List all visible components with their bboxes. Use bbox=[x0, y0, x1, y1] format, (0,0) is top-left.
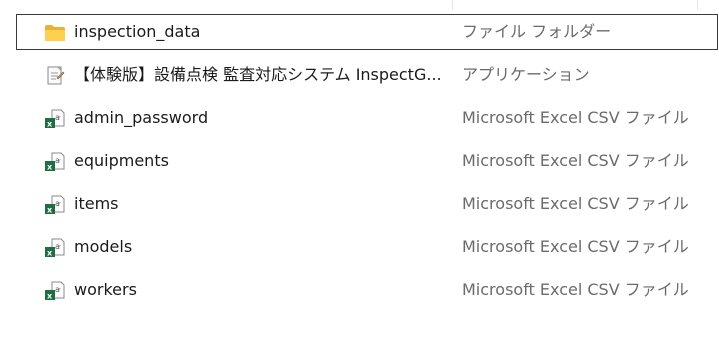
list-item-admin-password[interactable]: a , x admin_password Microsoft Excel CSV… bbox=[16, 100, 718, 136]
column-divider[interactable] bbox=[452, 0, 453, 10]
file-list: inspection_data ファイル フォルダー 【体験版】設備点検 監査対… bbox=[0, 0, 719, 347]
svg-text:x: x bbox=[47, 249, 53, 258]
file-type: ファイル フォルダー bbox=[462, 22, 612, 41]
list-item-application[interactable]: 【体験版】設備点検 監査対応システム InspectG... アプリケーション bbox=[16, 57, 718, 93]
svg-text:,: , bbox=[59, 198, 61, 205]
file-name: workers bbox=[74, 280, 137, 299]
file-name: admin_password bbox=[74, 108, 209, 127]
list-item-models[interactable]: a , x models Microsoft Excel CSV ファイル bbox=[16, 229, 718, 265]
excel-csv-icon: a , x bbox=[45, 109, 65, 129]
svg-text:x: x bbox=[47, 292, 53, 301]
svg-text:x: x bbox=[47, 163, 53, 172]
svg-text:,: , bbox=[59, 284, 61, 291]
list-item-equipments[interactable]: a , x equipments Microsoft Excel CSV ファイ… bbox=[16, 143, 718, 179]
file-name: items bbox=[74, 194, 119, 213]
excel-csv-icon: a , x bbox=[45, 195, 65, 215]
excel-csv-icon: a , x bbox=[45, 238, 65, 258]
svg-text:,: , bbox=[59, 155, 61, 162]
list-item-workers[interactable]: a , x workers Microsoft Excel CSV ファイル bbox=[16, 272, 718, 308]
list-item-items[interactable]: a , x items Microsoft Excel CSV ファイル bbox=[16, 186, 718, 222]
file-type: Microsoft Excel CSV ファイル bbox=[462, 151, 689, 170]
application-icon bbox=[47, 66, 65, 85]
column-divider[interactable] bbox=[697, 0, 698, 10]
file-type: Microsoft Excel CSV ファイル bbox=[462, 194, 689, 213]
file-name: inspection_data bbox=[74, 22, 201, 41]
svg-text:,: , bbox=[59, 241, 61, 248]
svg-text:x: x bbox=[47, 206, 53, 215]
file-name: 【体験版】設備点検 監査対応システム InspectG... bbox=[74, 65, 442, 84]
excel-csv-icon: a , x bbox=[45, 281, 65, 301]
file-type: Microsoft Excel CSV ファイル bbox=[462, 108, 689, 127]
svg-text:x: x bbox=[47, 120, 53, 129]
file-type: アプリケーション bbox=[462, 65, 590, 84]
excel-csv-icon: a , x bbox=[45, 152, 65, 172]
file-type: Microsoft Excel CSV ファイル bbox=[462, 237, 689, 256]
svg-text:,: , bbox=[59, 112, 61, 119]
folder-icon bbox=[45, 25, 65, 41]
file-name: models bbox=[74, 237, 133, 256]
file-name: equipments bbox=[74, 151, 169, 170]
list-item-inspection-data[interactable]: inspection_data ファイル フォルダー bbox=[16, 14, 718, 50]
file-type: Microsoft Excel CSV ファイル bbox=[462, 280, 689, 299]
